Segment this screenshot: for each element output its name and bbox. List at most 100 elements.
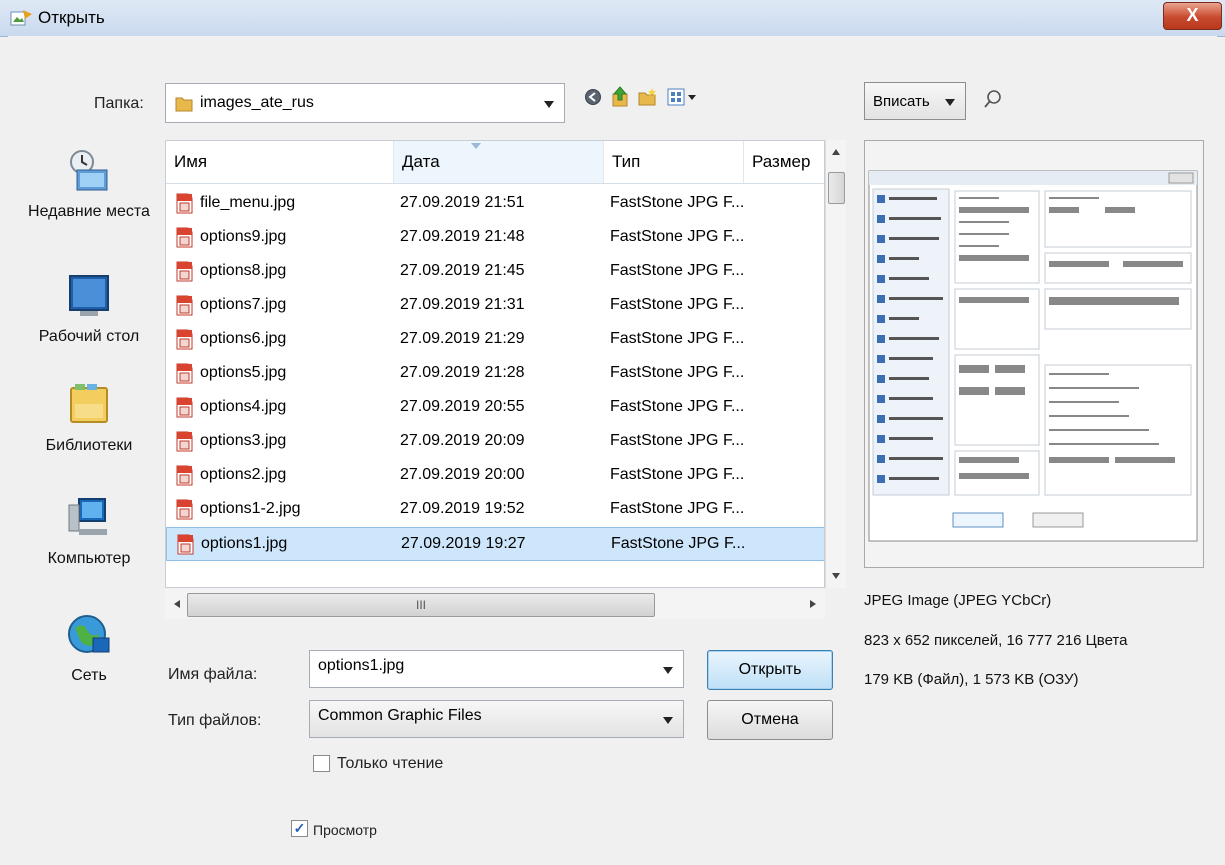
file-name: options3.jpg — [200, 432, 287, 449]
jpg-file-icon — [176, 499, 193, 520]
jpg-file-icon — [176, 465, 193, 486]
file-name: options1.jpg — [201, 535, 288, 552]
file-row[interactable]: options6.jpg 27.09.2019 21:29 FastStone JP… — [166, 323, 824, 357]
title-bar: Открыть X — [0, 0, 1225, 37]
jpg-file-icon — [176, 261, 193, 282]
back-icon[interactable] — [584, 88, 602, 106]
file-date: 27.09.2019 21:29 — [400, 330, 525, 347]
file-date: 27.09.2019 20:00 — [400, 466, 525, 483]
file-date: 27.09.2019 21:45 — [400, 262, 525, 279]
place-recent[interactable]: Недавние места — [14, 148, 164, 221]
file-date: 27.09.2019 21:51 — [400, 194, 525, 211]
place-label: Сеть — [71, 667, 107, 684]
column-date[interactable]: Дата — [394, 141, 604, 183]
computer-icon — [68, 498, 107, 535]
preview-label: Просмотр — [313, 822, 377, 838]
preview-panel — [864, 140, 1204, 568]
fit-value: Вписать — [873, 93, 930, 110]
file-row[interactable]: options2.jpg 27.09.2019 20:00 FastStone JP… — [166, 459, 824, 493]
column-type[interactable]: Тип — [604, 141, 744, 183]
file-type: FastStone JPG F... — [610, 466, 745, 483]
image-dimensions: 823 x 652 пикселей, 16 777 216 Цвета — [864, 632, 1128, 649]
file-date: 27.09.2019 21:31 — [400, 296, 525, 313]
folder-select[interactable]: images_ate_rus — [165, 83, 565, 123]
column-size[interactable]: Размер — [744, 141, 824, 183]
filetype-value: Common Graphic Files — [318, 707, 482, 724]
file-type: FastStone JPG F... — [610, 194, 745, 211]
scroll-right-icon[interactable] — [809, 599, 817, 609]
folder-label: Папка: — [94, 95, 144, 112]
cancel-button[interactable]: Отмена — [707, 700, 833, 740]
file-row[interactable]: options1-2.jpg 27.09.2019 19:52 FastStone … — [166, 493, 824, 527]
filetype-label: Тип файлов: — [168, 712, 262, 729]
file-date: 27.09.2019 20:09 — [400, 432, 525, 449]
file-row[interactable]: options4.jpg 27.09.2019 20:55 FastStone JP… — [166, 391, 824, 425]
file-type: FastStone JPG F... — [610, 500, 745, 517]
place-desktop[interactable]: Рабочий стол — [14, 273, 164, 346]
horizontal-scrollbar[interactable]: III — [165, 589, 825, 619]
network-icon — [68, 615, 110, 653]
filetype-select[interactable]: Common Graphic Files — [309, 700, 684, 738]
list-header: Имя Дата Тип Размер — [166, 141, 824, 184]
app-icon — [10, 10, 32, 26]
jpg-file-icon — [176, 329, 193, 350]
desktop-icon — [69, 275, 109, 316]
file-name: options5.jpg — [200, 364, 287, 381]
file-name: options6.jpg — [200, 330, 287, 347]
readonly-checkbox[interactable] — [313, 755, 330, 772]
open-button[interactable]: Открыть — [707, 650, 833, 690]
file-row[interactable]: options9.jpg 27.09.2019 21:48 FastStone JP… — [166, 221, 824, 255]
filename-input[interactable]: options1.jpg — [309, 650, 684, 688]
file-row[interactable]: options8.jpg 27.09.2019 21:45 FastStone JP… — [166, 255, 824, 289]
scroll-up-icon[interactable] — [831, 148, 841, 156]
libraries-icon — [70, 384, 108, 423]
chevron-down-icon[interactable] — [663, 667, 673, 674]
file-date: 27.09.2019 21:48 — [400, 228, 525, 245]
place-label: Библиотеки — [45, 437, 133, 454]
file-name: options8.jpg — [200, 262, 287, 279]
file-row[interactable]: options3.jpg 27.09.2019 20:09 FastStone JP… — [166, 425, 824, 459]
hscroll-thumb[interactable]: III — [187, 593, 655, 617]
file-date: 27.09.2019 19:52 — [400, 500, 525, 517]
file-name: options2.jpg — [200, 466, 287, 483]
file-type: FastStone JPG F... — [610, 398, 745, 415]
file-row[interactable]: options5.jpg 27.09.2019 21:28 FastStone JP… — [166, 357, 824, 391]
folder-value: images_ate_rus — [200, 94, 314, 111]
place-network[interactable]: Сеть — [14, 612, 164, 685]
jpg-file-icon — [176, 431, 193, 452]
view-menu-icon[interactable] — [667, 88, 699, 106]
file-name: file_menu.jpg — [200, 194, 296, 211]
zoom-icon[interactable] — [982, 88, 1004, 110]
chevron-down-icon — [663, 717, 673, 724]
image-format: JPEG Image (JPEG YCbCr) — [864, 592, 1052, 609]
file-name: options1-2.jpg — [200, 500, 301, 517]
window-title: Открыть — [38, 8, 105, 27]
image-size: 179 KB (Файл), 1 573 KB (ОЗУ) — [864, 671, 1079, 688]
column-name[interactable]: Имя — [166, 141, 394, 183]
file-type: FastStone JPG F... — [610, 364, 745, 381]
file-name: options7.jpg — [200, 296, 287, 313]
scroll-down-icon[interactable] — [831, 572, 841, 580]
filename-value: options1.jpg — [318, 657, 405, 674]
file-row[interactable]: options1.jpg 27.09.2019 19:27 FastStone JP… — [166, 527, 824, 561]
jpg-file-icon — [176, 397, 193, 418]
preview-checkbox[interactable]: ✓ — [291, 820, 308, 837]
folder-icon — [175, 97, 193, 112]
fit-select[interactable]: Вписать — [864, 82, 966, 120]
scroll-left-icon[interactable] — [173, 599, 181, 609]
file-date: 27.09.2019 19:27 — [401, 535, 526, 552]
recent-places-icon — [70, 150, 108, 191]
scroll-thumb[interactable] — [828, 172, 845, 204]
file-type: FastStone JPG F... — [610, 296, 745, 313]
file-row[interactable]: file_menu.jpg 27.09.2019 21:51 FastStone J… — [166, 187, 824, 221]
up-folder-icon[interactable] — [611, 86, 629, 108]
place-libraries[interactable]: Библиотеки — [14, 382, 164, 455]
file-row[interactable]: options7.jpg 27.09.2019 21:31 FastStone JP… — [166, 289, 824, 323]
new-folder-icon[interactable] — [638, 87, 658, 107]
place-label: Рабочий стол — [38, 328, 140, 345]
place-computer[interactable]: Компьютер — [14, 495, 164, 568]
file-date: 27.09.2019 21:28 — [400, 364, 525, 381]
jpg-file-icon — [177, 534, 194, 555]
vertical-scrollbar[interactable] — [825, 140, 846, 588]
close-button[interactable]: X — [1163, 2, 1222, 30]
